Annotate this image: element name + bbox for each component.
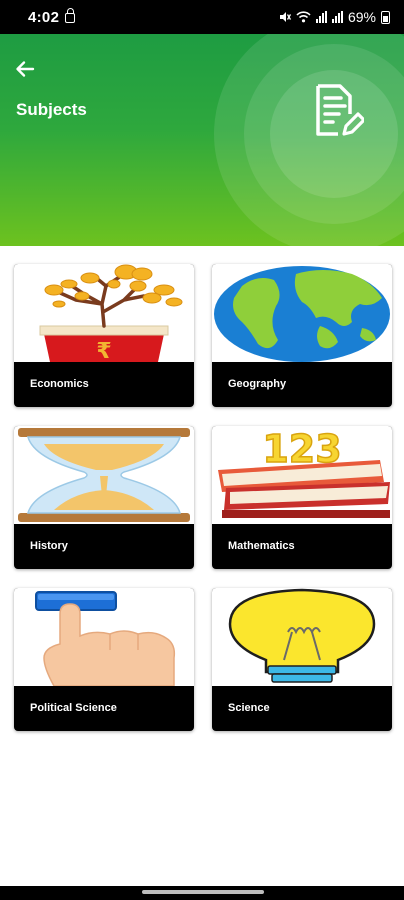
- back-arrow-icon: [16, 61, 35, 77]
- battery-icon: [381, 10, 390, 24]
- edit-document-icon: [316, 84, 364, 136]
- subject-grid: ₹ Economics Geography History 123 Mathem…: [14, 264, 392, 731]
- wifi-icon: [296, 11, 311, 23]
- mute-icon: [279, 12, 291, 22]
- subject-label: Science: [228, 702, 270, 714]
- subject-label: Geography: [228, 378, 287, 390]
- subject-card-political-science[interactable]: Political Science: [14, 588, 194, 731]
- navigation-bar: [0, 886, 404, 900]
- subject-card-economics[interactable]: ₹ Economics: [14, 264, 194, 407]
- voting-hand-icon: [14, 588, 194, 686]
- subject-label: Economics: [30, 378, 89, 390]
- header: Subjects: [0, 34, 404, 246]
- subject-label: Political Science: [30, 702, 117, 714]
- subject-card-science[interactable]: Science: [212, 588, 392, 731]
- status-icons: 69%: [279, 9, 390, 25]
- numbers-books-icon: 123: [212, 426, 392, 524]
- home-gesture-handle[interactable]: [142, 890, 264, 894]
- app-screen: 4:02 69% Subjects ₹ Economics Geography …: [0, 0, 404, 900]
- money-tree-icon: ₹: [14, 264, 194, 362]
- subject-label: Mathematics: [228, 540, 295, 552]
- light-bulb-icon: [212, 588, 392, 686]
- svg-text:₹: ₹: [96, 339, 111, 362]
- globe-icon: [212, 264, 392, 362]
- back-button[interactable]: [12, 56, 38, 82]
- subject-label: History: [30, 540, 68, 552]
- lock-icon: [65, 8, 76, 23]
- subject-card-geography[interactable]: Geography: [212, 264, 392, 407]
- subject-card-mathematics[interactable]: 123 Mathematics: [212, 426, 392, 569]
- subject-card-history[interactable]: History: [14, 426, 194, 569]
- battery-percent: 69%: [347, 9, 376, 25]
- status-bar: 4:02 69%: [0, 0, 404, 34]
- signal-icon: [315, 11, 327, 23]
- signal-icon: [331, 11, 343, 23]
- hourglass-icon: [14, 426, 194, 524]
- status-time: 4:02: [28, 8, 60, 26]
- page-title: Subjects: [16, 100, 87, 119]
